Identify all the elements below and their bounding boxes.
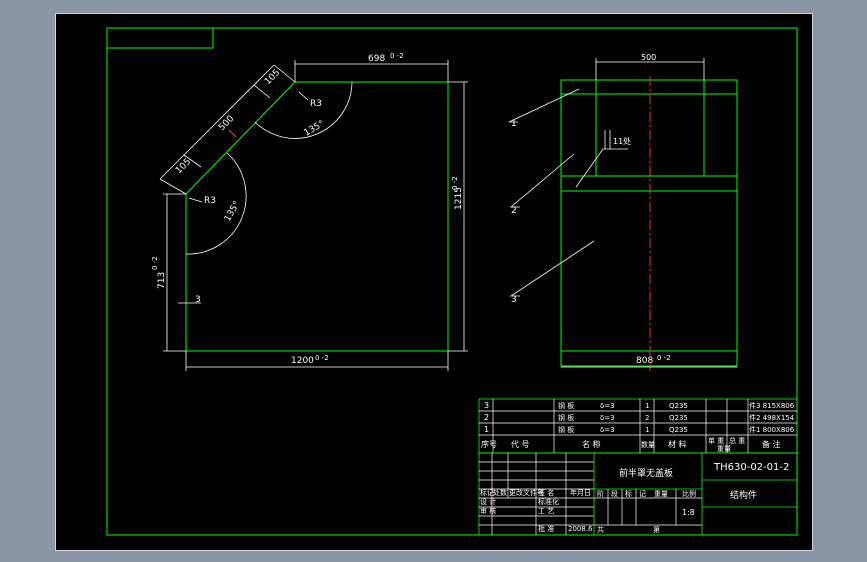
tb-scale-label: 比例 — [682, 489, 696, 498]
bom-cell-spec: δ=3 — [600, 426, 615, 434]
tb-stage-3: 标 — [625, 489, 632, 498]
drawing-title: 前半罩无盖板 — [619, 467, 673, 479]
bom-cell-spec: δ=3 — [600, 414, 615, 422]
bom-h-note: 备 注 — [762, 439, 781, 449]
bom-h-total: 总 重 — [729, 436, 745, 445]
tb-weight: 重量 — [654, 490, 668, 498]
bom-h-material: 材 料 — [668, 439, 687, 449]
bom-cell-note: 件1 800X806 — [749, 425, 795, 434]
angle-lower-text: 135° — [223, 200, 243, 224]
title-block[interactable]: 标记 处数 更改文件号 签 名 年月日 设 计 标准化 审 核 工 艺 批 准 … — [478, 452, 798, 536]
bom-cell-qty: 1 — [645, 426, 649, 434]
tb-standardize: 标准化 — [538, 497, 559, 506]
bom-cell-name: 钢 板 — [558, 413, 574, 422]
bom-table[interactable]: 3 钢 板 δ=3 1 Q235 件3 815X806 2 钢 板 δ=3 2 Q235 件2 498… — [478, 398, 798, 454]
tb-stage-4: 记 — [639, 490, 646, 498]
radius-lower-leader — [188, 197, 203, 203]
bom-cell-material: Q235 — [669, 402, 688, 410]
bom-cell-name: 钢 板 — [558, 425, 574, 434]
dim-right-height-tol: 0 -2 — [451, 176, 459, 190]
tb-signature: 签 名 — [538, 488, 554, 497]
bom-h-name: 名 称 — [582, 439, 601, 449]
tb-stage-1: 阶 — [597, 489, 604, 498]
dim-thickness-text: 3 — [195, 295, 201, 305]
bom-cell-spec: δ=3 — [600, 402, 615, 410]
tb-sheets: 共 — [597, 525, 604, 534]
tb-stage-2: 段 — [611, 489, 618, 498]
bom-cell-no: 3 — [484, 401, 489, 410]
dim-top-width-tol: 0 -2 — [390, 52, 404, 60]
bom-cell-no: 2 — [484, 413, 489, 422]
bom-h-no: 序号 — [481, 439, 497, 449]
radius-upper-leader — [298, 91, 309, 101]
left-break-mark — [228, 129, 237, 138]
right-view[interactable]: 500 808 0 -2 11 处 1 2 3 — [508, 53, 738, 371]
radius-upper-text: R3 — [310, 99, 322, 109]
tb-review: 审 核 — [480, 506, 496, 515]
dim-left-height-text: 713 — [157, 272, 167, 289]
tb-date-col: 年月日 — [570, 488, 591, 497]
drawing-viewport[interactable]: 698 0 -2 105 500 105 135° R3 135° R3 121… — [55, 13, 813, 551]
drawing-number: TH630-02-01-2 — [713, 462, 789, 473]
bom-h-code: 代 号 — [511, 439, 530, 449]
tb-sheet: 第 — [653, 525, 660, 534]
dim-bottom-width-tol: 0 -2 — [315, 354, 329, 362]
callout-2-leader — [509, 153, 575, 208]
cad-drawing[interactable]: 698 0 -2 105 500 105 135° R3 135° R3 121… — [56, 14, 812, 550]
dim-slant-tick-2 — [253, 84, 271, 99]
dim-segment-500: 500 — [217, 114, 236, 133]
bom-h-weight: 重量 — [717, 445, 731, 453]
bom-rows: 3 钢 板 δ=3 1 Q235 件3 815X806 2 钢 板 δ=3 2 Q235 件2 498… — [484, 401, 795, 434]
dim-top-width-text: 698 — [368, 54, 385, 64]
bom-cell-no: 1 — [484, 425, 489, 434]
bom-cell-name: 钢 板 — [558, 401, 574, 410]
dim-right-top-text: 500 — [641, 53, 656, 62]
dim-bottom-width-text: 1200 — [291, 356, 314, 366]
bom-h-unit: 单 重 — [708, 436, 724, 445]
tb-count: 处数 — [493, 488, 507, 497]
tb-process: 工 艺 — [538, 507, 554, 515]
callout-3-text: 3 — [511, 295, 517, 305]
weld-leader — [575, 148, 628, 188]
bom-cell-note: 件3 815X806 — [749, 401, 795, 410]
dim-segment-105-upper: 105 — [263, 68, 282, 87]
callout-2-text: 2 — [511, 206, 517, 216]
dim-slant-ext-bottom — [159, 178, 187, 195]
dim-left-height-tol: 0 -2 — [151, 256, 159, 270]
bom-cell-material: Q235 — [669, 414, 688, 422]
weld-symbol-text: 11 — [613, 137, 623, 146]
bom-cell-note: 件2 498X154 — [749, 413, 795, 422]
weld-note-text: 处 — [623, 136, 631, 146]
bom-cell-qty: 2 — [645, 414, 649, 422]
drawing-border — [106, 27, 798, 536]
radius-lower-text: R3 — [204, 196, 216, 206]
bom-cell-material: Q235 — [669, 426, 688, 434]
tb-design: 设 计 — [480, 497, 496, 506]
left-view[interactable]: 698 0 -2 105 500 105 135° R3 135° R3 121… — [151, 52, 468, 371]
corner-code-box — [106, 27, 214, 49]
tb-date: 2008.6 — [568, 525, 593, 533]
callout-3-leader — [509, 240, 595, 297]
callout-1-text: 1 — [511, 119, 517, 129]
bom-cell-qty: 1 — [645, 402, 649, 410]
tb-approve: 批 准 — [538, 524, 554, 533]
tb-mark: 标记 — [480, 488, 494, 497]
dim-right-bottom-tol: 0 -2 — [657, 354, 671, 362]
callout-1-leader — [508, 88, 580, 123]
bom-h-qty: 数量 — [641, 440, 655, 449]
right-view-outline[interactable] — [560, 79, 738, 367]
part-type: 结构件 — [730, 489, 757, 501]
tb-scale-value: 1:8 — [682, 508, 695, 517]
angle-upper-text: 135° — [303, 119, 327, 139]
dim-right-bottom-text: 808 — [636, 356, 653, 366]
